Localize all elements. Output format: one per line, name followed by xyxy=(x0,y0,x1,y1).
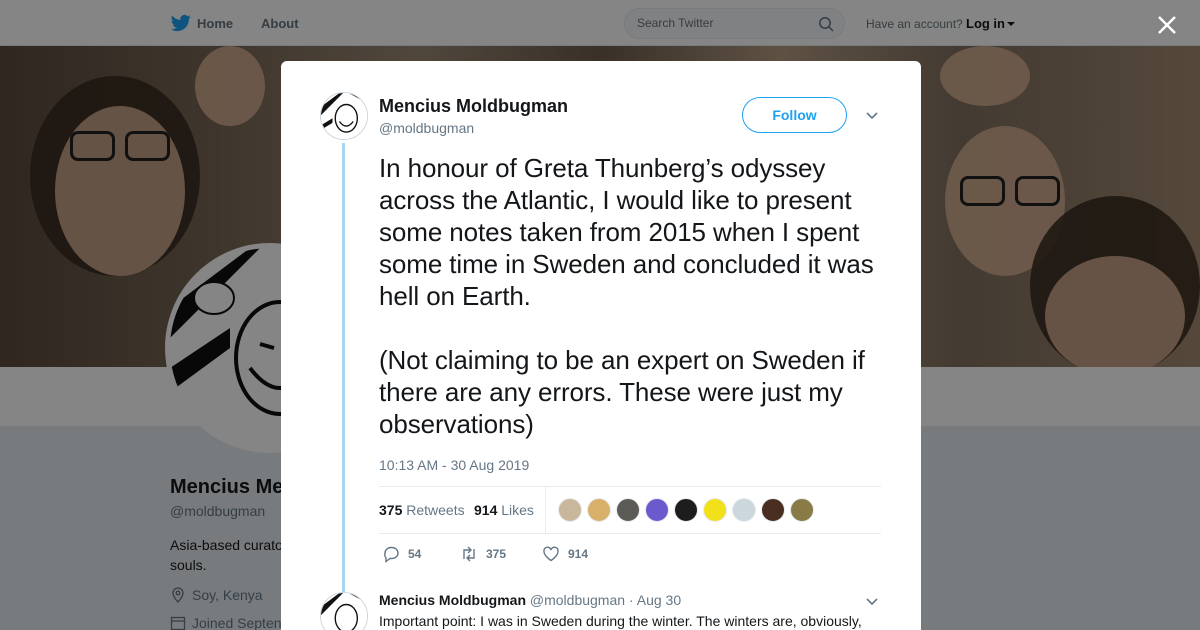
liker-avatar[interactable] xyxy=(703,498,727,522)
tweet-text-paragraph-2: (Not claiming to be an expert on Sweden … xyxy=(379,345,865,439)
like-button[interactable]: 914 xyxy=(542,545,588,563)
thread-connector-line xyxy=(342,143,345,603)
liker-avatar[interactable] xyxy=(761,498,785,522)
reply-author-avatar[interactable] xyxy=(320,592,368,630)
reply-header: Mencius Moldbugman @moldbugman · Aug 30 xyxy=(379,592,681,608)
heart-icon xyxy=(543,546,559,562)
likes-label: Likes xyxy=(501,502,534,518)
likes-count: 914 xyxy=(474,502,498,518)
reply-button[interactable]: 54 xyxy=(382,545,421,563)
close-icon[interactable] xyxy=(1155,13,1179,37)
tweet-text-paragraph-1: In honour of Greta Thunberg’s odyssey ac… xyxy=(379,153,874,311)
liker-avatar[interactable] xyxy=(587,498,611,522)
retweets-count: 375 xyxy=(379,502,403,518)
liker-avatar[interactable] xyxy=(616,498,640,522)
tweet-text: In honour of Greta Thunberg’s odyssey ac… xyxy=(379,152,899,472)
retweet-count: 375 xyxy=(486,547,507,561)
liker-avatars xyxy=(558,498,814,522)
like-count: 914 xyxy=(568,547,589,561)
follow-button[interactable]: Follow xyxy=(742,97,847,133)
stats-divider xyxy=(545,487,546,534)
tweet-modal: Mencius Moldbugman @moldbugman Follow In… xyxy=(281,61,921,630)
tweet-author-avatar[interactable] xyxy=(320,92,368,140)
reply-count: 54 xyxy=(408,547,422,561)
liker-avatar[interactable] xyxy=(674,498,698,522)
likes-stat[interactable]: 914 Likes xyxy=(474,502,534,518)
reply-icon xyxy=(384,546,399,563)
retweet-icon xyxy=(463,546,475,562)
reply-text: Important point: I was in Sweden during … xyxy=(379,613,862,629)
liker-avatar[interactable] xyxy=(790,498,814,522)
tweet-author-name[interactable]: Mencius Moldbugman xyxy=(379,96,568,117)
chevron-down-icon[interactable] xyxy=(864,593,880,609)
tweet-actions: 54 375 914 xyxy=(379,545,679,565)
retweet-button[interactable]: 375 xyxy=(460,545,506,563)
reply-date[interactable]: Aug 30 xyxy=(637,592,681,608)
liker-avatar[interactable] xyxy=(645,498,669,522)
reply-author-handle[interactable]: @moldbugman xyxy=(530,592,625,608)
reply-separator-dot: · xyxy=(628,592,634,608)
tweet-stats: 375 Retweets 914 Likes xyxy=(379,486,881,534)
tweet-author-handle[interactable]: @moldbugman xyxy=(379,120,474,136)
tweet-timestamp[interactable]: 10:13 AM - 30 Aug 2019 xyxy=(379,457,529,473)
retweets-label: Retweets xyxy=(406,502,465,518)
liker-avatar[interactable] xyxy=(732,498,756,522)
liker-avatar[interactable] xyxy=(558,498,582,522)
retweets-stat[interactable]: 375 Retweets xyxy=(379,502,465,518)
chevron-down-icon[interactable] xyxy=(864,107,880,123)
reply-author-name[interactable]: Mencius Moldbugman xyxy=(379,592,526,608)
